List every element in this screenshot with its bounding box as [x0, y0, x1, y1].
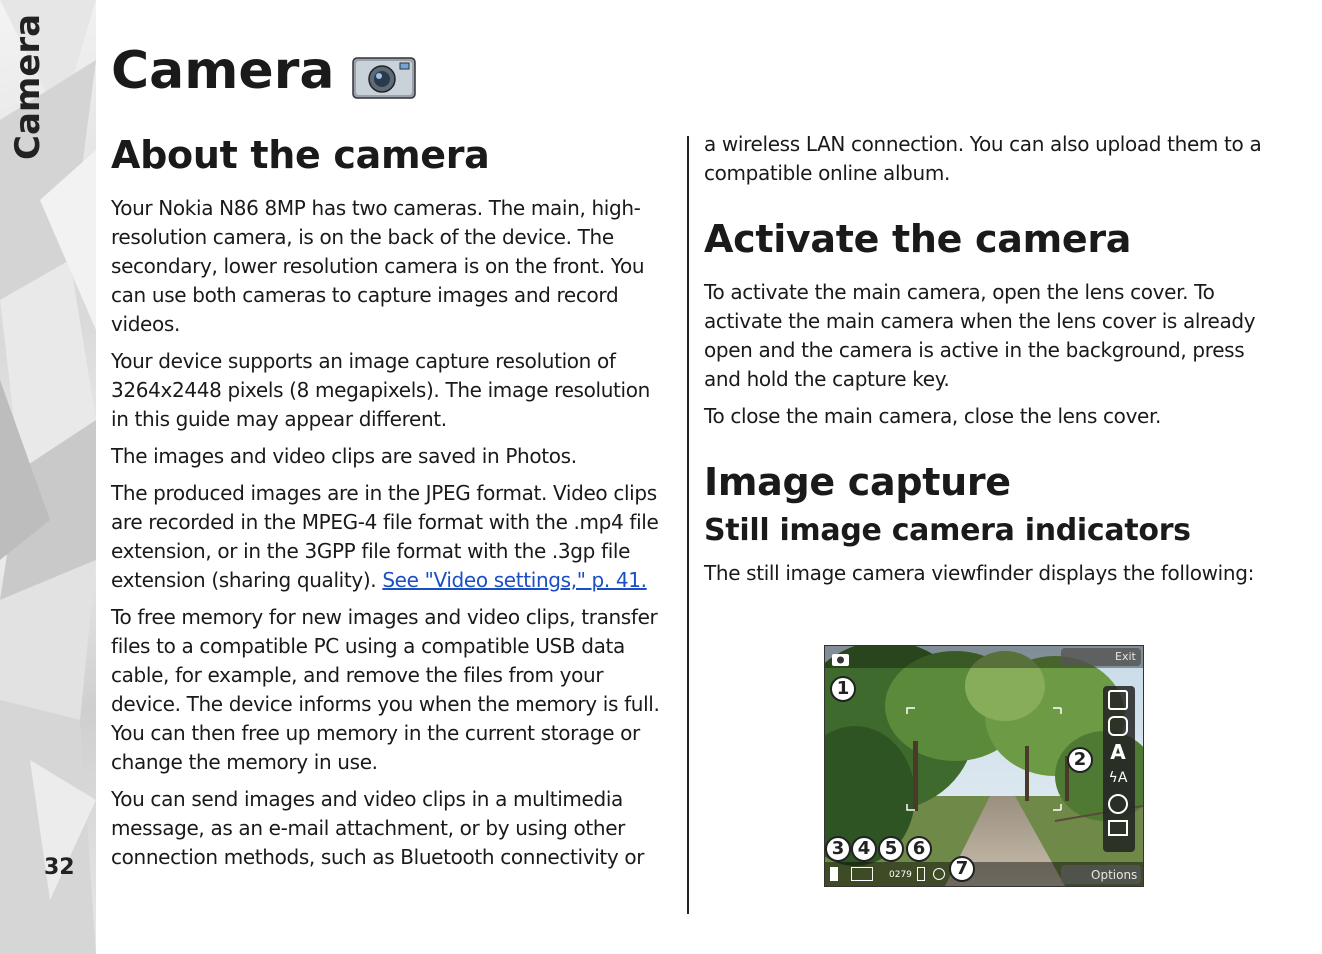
paragraph-continuation: a wireless LAN connection. You can also …	[704, 132, 1262, 185]
section-heading-capture: Image capture	[704, 460, 1011, 504]
video-mode-icon[interactable]	[1108, 716, 1128, 736]
paragraph: To close the main camera, close the lens…	[704, 404, 1162, 428]
callout-3: 3	[825, 836, 851, 862]
paragraph: To activate the main camera, open the le…	[704, 280, 1256, 391]
callout-2: 2	[1067, 747, 1093, 773]
viewfinder-toolbar: A ϟA	[1108, 690, 1130, 836]
self-timer-icon[interactable]	[1108, 794, 1128, 814]
page-number: 32	[44, 855, 75, 880]
section-heading-about: About the camera	[111, 133, 490, 177]
subsection-heading-indicators: Still image camera indicators	[704, 513, 1191, 548]
options-softkey[interactable]: Options	[1091, 868, 1137, 882]
paragraph-formats: The produced images are in the JPEG form…	[111, 479, 673, 595]
frame-icon[interactable]	[1108, 820, 1128, 836]
viewfinder-screenshot: Exit Options 0279 A ϟA 1 2 3 4 5 6 7	[824, 645, 1144, 887]
page-title-text: Camera	[111, 41, 335, 101]
section-heading-activate: Activate the camera	[704, 217, 1132, 261]
chapter-label: Camera	[8, 13, 48, 160]
camera-app-icon	[352, 49, 417, 99]
video-settings-link[interactable]: See "Video settings," p. 41.	[382, 568, 647, 592]
page-title: Camera	[111, 38, 417, 104]
callout-6: 6	[906, 836, 932, 862]
resolution-icon	[851, 867, 873, 881]
left-column: About the camera Your Nokia N86 8MP has …	[111, 130, 673, 880]
capture-mode-icon[interactable]	[1108, 690, 1128, 710]
paragraph: Your Nokia N86 8MP has two cameras. The …	[111, 196, 645, 336]
paragraph: To free memory for new images and video …	[111, 605, 660, 774]
paragraph: Your device supports an image capture re…	[111, 349, 650, 431]
exit-softkey[interactable]: Exit	[1115, 650, 1136, 663]
scene-auto-icon[interactable]: A	[1108, 742, 1128, 762]
paragraph: You can send images and video clips in a…	[111, 787, 645, 869]
chapter-sidebar: Camera 32	[0, 0, 96, 954]
paragraph: The still image camera viewfinder displa…	[704, 561, 1254, 585]
callout-1: 1	[830, 676, 856, 702]
right-column: a wireless LAN connection. You can also …	[704, 130, 1266, 596]
paragraph: The images and video clips are saved in …	[111, 444, 577, 468]
memory-icon	[830, 867, 838, 881]
image-counter: 0279	[889, 870, 912, 880]
callout-4: 4	[851, 836, 877, 862]
callout-5: 5	[878, 836, 904, 862]
gps-icon	[933, 868, 945, 880]
callout-7: 7	[949, 856, 975, 882]
flash-auto-icon[interactable]: ϟA	[1108, 768, 1128, 788]
storage-icon	[917, 867, 925, 881]
column-divider	[687, 136, 689, 914]
